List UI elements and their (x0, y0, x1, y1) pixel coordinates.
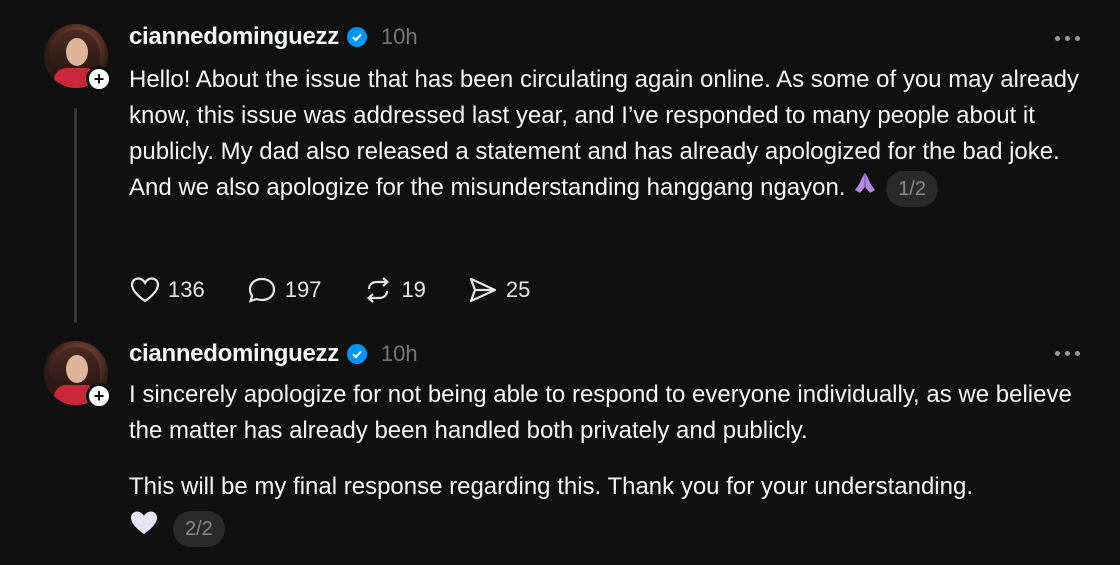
heart-icon (130, 277, 160, 303)
share-button[interactable]: 25 (468, 276, 530, 304)
praying-hands-icon (852, 170, 878, 207)
share-count: 25 (505, 277, 531, 302)
repost-icon (367, 277, 390, 303)
reply-count: 197 (284, 277, 322, 302)
avatar[interactable]: + (44, 341, 112, 409)
white-heart-icon (129, 509, 159, 548)
post-time[interactable]: 10h (381, 341, 418, 367)
repost-button[interactable]: 19 (363, 276, 426, 304)
avatar[interactable]: + (44, 24, 112, 92)
like-count: 136 (168, 277, 205, 302)
post-text: This will be my final response regarding… (129, 473, 973, 500)
repost-count: 19 (401, 277, 426, 302)
post-time[interactable]: 10h (381, 24, 418, 50)
thread-post-2: + ciannedominguezz 10h I sincerely apolo… (0, 335, 1120, 565)
follow-plus-icon[interactable]: + (86, 383, 112, 409)
thread-page-badge: 1/2 (886, 170, 938, 207)
post-actions: 136 197 19 25 (130, 272, 572, 308)
thread-page-badge: 2/2 (173, 510, 225, 547)
more-options-icon[interactable] (1055, 351, 1080, 356)
follow-plus-icon[interactable]: + (86, 66, 112, 92)
username[interactable]: ciannedominguezz (129, 340, 339, 368)
verified-badge-icon (346, 344, 367, 364)
thread-connector-line (74, 108, 77, 323)
verified-badge-icon (346, 27, 367, 47)
post-body: Hello! About the issue that has been cir… (129, 62, 1089, 207)
comment-icon (248, 277, 275, 303)
post-body: I sincerely apologize for not being able… (129, 377, 1089, 548)
share-icon (469, 277, 497, 303)
reply-button[interactable]: 197 (247, 276, 322, 304)
thread-post-1: + ciannedominguezz 10h Hello! About the … (0, 0, 1120, 335)
post-header: ciannedominguezz 10h (129, 339, 418, 369)
like-button[interactable]: 136 (130, 276, 205, 304)
more-options-icon[interactable] (1055, 36, 1080, 41)
post-header: ciannedominguezz 10h (129, 22, 418, 52)
username[interactable]: ciannedominguezz (129, 23, 339, 51)
post-text: I sincerely apologize for not being able… (129, 381, 1072, 444)
